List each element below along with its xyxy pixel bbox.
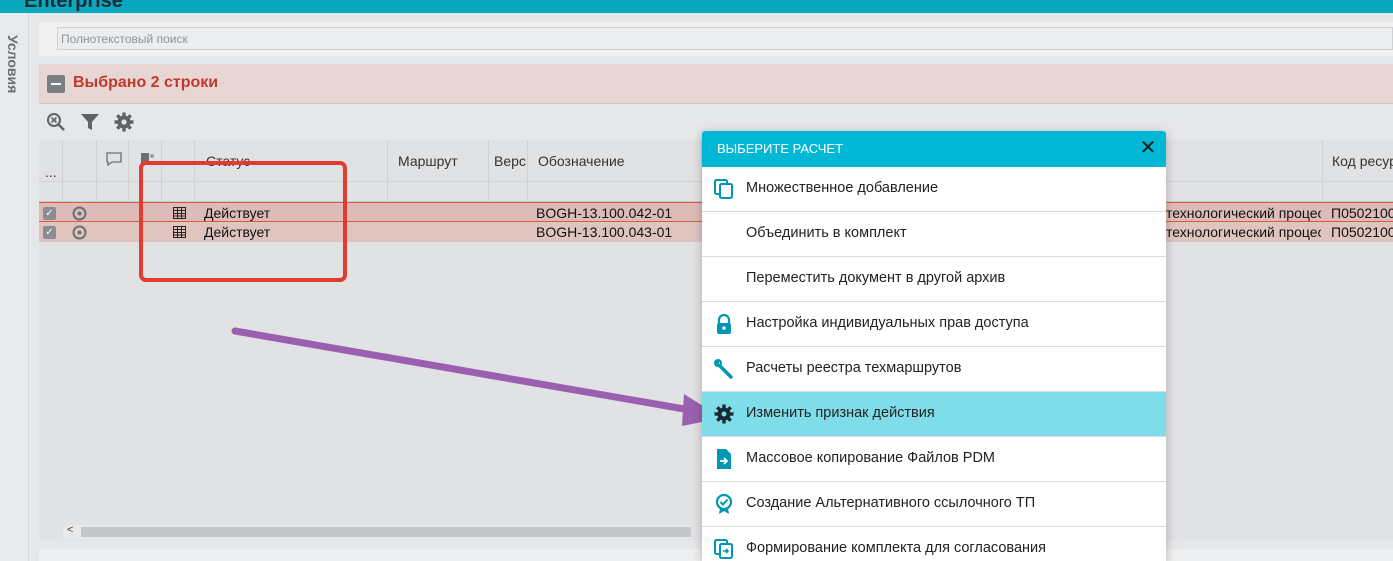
menu-item-access-rights[interactable]: Настройка индивидуальных прав доступа: [702, 302, 1166, 347]
file-export-icon: [717, 449, 731, 469]
menu-item-label: Настройка индивидуальных прав доступа: [746, 315, 1029, 331]
annotation-arrow: [231, 327, 722, 426]
menu-item-approval-kit[interactable]: Формирование комплекта для согласования: [702, 527, 1166, 561]
menu-item-mass-copy-pdm[interactable]: Массовое копирование Файлов PDM: [702, 437, 1166, 482]
menu-item-change-status[interactable]: Изменить признак действия: [702, 392, 1166, 437]
close-icon[interactable]: ✕: [1138, 138, 1158, 158]
select-calculation-popup: ВЫБЕРИТЕ РАСЧЕТ ✕ Множественное добавлен…: [702, 131, 1166, 561]
popup-title: ВЫБЕРИТЕ РАСЧЕТ: [717, 141, 844, 156]
menu-item-merge-kit[interactable]: Объединить в комплект: [702, 212, 1166, 257]
menu-item-multiple-add[interactable]: Множественное добавление: [702, 167, 1166, 212]
gear-icon: [714, 404, 734, 424]
menu-item-alt-reference-tp[interactable]: Создание Альтернативного ссылочного ТП: [702, 482, 1166, 527]
menu-item-label: Переместить документ в другой архив: [746, 270, 1006, 286]
menu-item-label: Множественное добавление: [746, 180, 939, 196]
copy-arrow-icon: [714, 539, 733, 559]
menu-item-label: Расчеты реестра техмаршрутов: [746, 360, 962, 376]
menu-item-label: Объединить в комплект: [746, 225, 907, 241]
lock-icon: [717, 313, 731, 334]
wrench-icon: [714, 359, 733, 379]
menu-item-label: Создание Альтернативного ссылочного ТП: [746, 495, 1036, 511]
menu-item-route-registry[interactable]: Расчеты реестра техмаршрутов: [702, 347, 1166, 392]
menu-item-label: Изменить признак действия: [746, 405, 935, 421]
menu-item-label: Формирование комплекта для согласования: [746, 540, 1046, 556]
popup-header: ВЫБЕРИТЕ РАСЧЕТ ✕: [702, 131, 1166, 167]
menu-item-label: Массовое копирование Файлов PDM: [746, 450, 996, 466]
copy-icon: [714, 179, 733, 199]
menu-item-move-document[interactable]: Переместить документ в другой архив: [702, 257, 1166, 302]
badge-check-icon: [715, 493, 733, 514]
